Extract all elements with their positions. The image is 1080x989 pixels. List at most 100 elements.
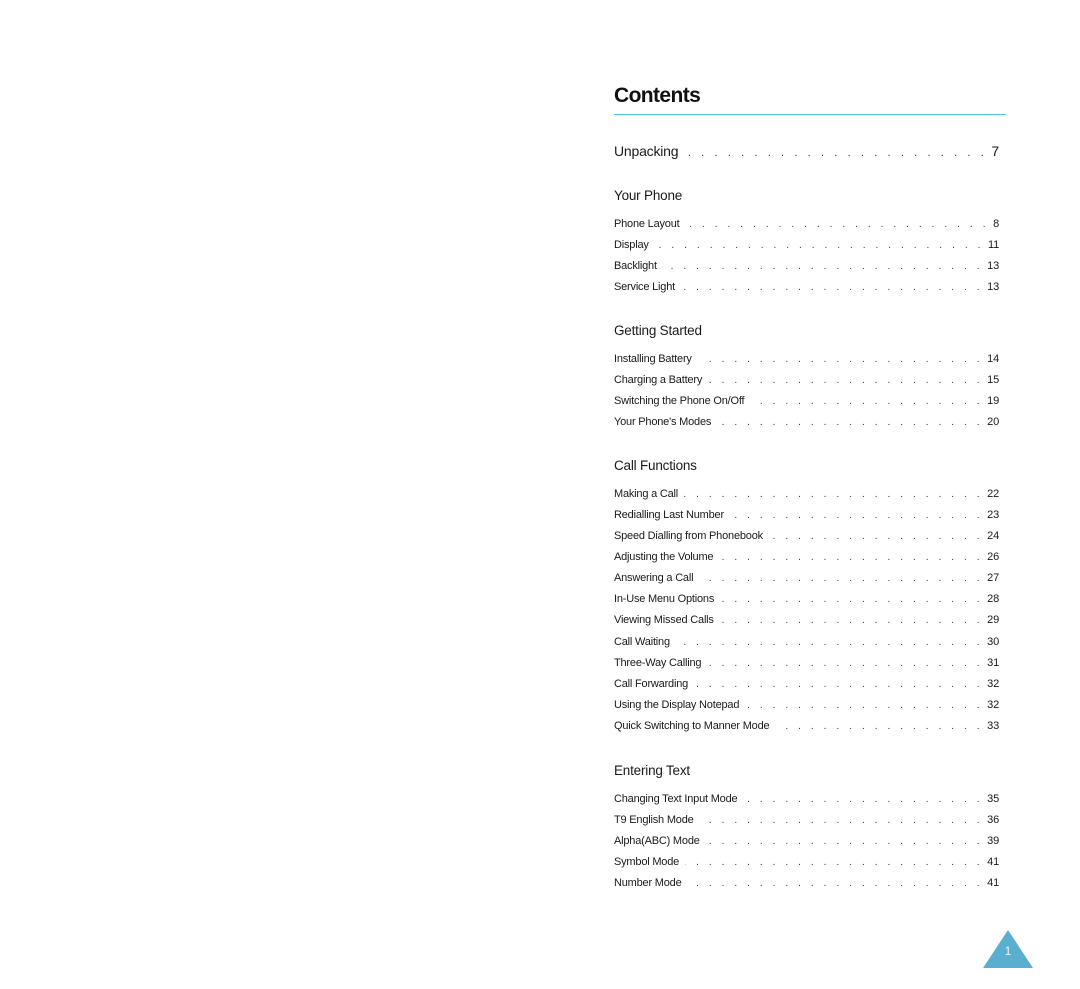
toc-entry[interactable]: Backlight . . . . . . . . . . . . . . . … <box>614 259 999 274</box>
toc-page-number: 7 <box>991 143 999 159</box>
toc-entry-label: Phone Layout <box>614 218 680 230</box>
dot-leader: . . . . . . . . . . . . . . . . . . . . … <box>684 489 984 500</box>
toc-entry-label: Number Mode <box>614 877 682 889</box>
dot-leader: . . . . . . . . . . . . . . . . . . . . … <box>769 531 984 542</box>
toc-entry-label: Backlight <box>614 260 657 272</box>
dot-leader: . . . . . . . . . . . . . . . . . . . . … <box>663 261 984 272</box>
toc-page-number: 29 <box>987 614 999 626</box>
dot-leader: . . . . . . . . . . . . . . . . . . . . … <box>745 700 984 711</box>
section-heading-your-phone[interactable]: Your Phone <box>614 187 682 205</box>
toc-page-number: 15 <box>987 374 999 386</box>
toc-entry[interactable]: Your Phone's Modes . . . . . . . . . . .… <box>614 415 999 430</box>
toc-entry[interactable]: Adjusting the Volume . . . . . . . . . .… <box>614 550 999 565</box>
toc-entry[interactable]: Changing Text Input Mode . . . . . . . .… <box>614 792 999 807</box>
toc-page-number: 23 <box>987 509 999 521</box>
toc-page-number: 31 <box>987 657 999 669</box>
toc-entry[interactable]: Display . . . . . . . . . . . . . . . . … <box>614 238 999 253</box>
toc-entry[interactable]: Phone Layout . . . . . . . . . . . . . .… <box>614 217 999 232</box>
toc-entry[interactable]: Redialling Last Number . . . . . . . . .… <box>614 508 999 523</box>
toc-entry-label: Call Waiting <box>614 636 670 648</box>
toc-entry[interactable]: Making a Call . . . . . . . . . . . . . … <box>614 487 999 502</box>
toc-entry[interactable]: Alpha(ABC) Mode . . . . . . . . . . . . … <box>614 834 999 849</box>
toc-page-number: 22 <box>987 488 999 500</box>
toc-entry-label: Service Light <box>614 281 675 293</box>
toc-page-number: 28 <box>987 593 999 605</box>
toc-entry[interactable]: Charging a Battery . . . . . . . . . . .… <box>614 373 999 388</box>
toc-entry[interactable]: T9 English Mode . . . . . . . . . . . . … <box>614 813 999 828</box>
toc-entry[interactable]: Switching the Phone On/Off . . . . . . .… <box>614 394 999 409</box>
dot-leader: . . . . . . . . . . . . . . . . . . . . … <box>717 417 984 428</box>
dot-leader: . . . . . . . . . . . . . . . . . . . . … <box>694 679 984 690</box>
dot-leader: . . . . . . . . . . . . . . . . . . . . … <box>688 878 984 889</box>
dot-leader: . . . . . . . . . . . . . . . . . . . . … <box>743 794 984 805</box>
toc-entry-label: Switching the Phone On/Off <box>614 395 745 407</box>
toc-entry[interactable]: Speed Dialling from Phonebook . . . . . … <box>614 529 999 544</box>
dot-leader: . . . . . . . . . . . . . . . . . . . . … <box>707 658 984 669</box>
title-rule <box>614 114 1006 115</box>
toc-page-number: 33 <box>987 720 999 732</box>
section-heading-getting-started[interactable]: Getting Started <box>614 322 702 340</box>
dot-leader: . . . . . . . . . . . . . . . . . . . . … <box>775 721 984 732</box>
toc-entry[interactable]: Answering a Call . . . . . . . . . . . .… <box>614 571 999 586</box>
toc-entry-label: In-Use Menu Options <box>614 593 715 605</box>
toc-page-number: 13 <box>987 260 999 272</box>
toc-entry-label: Redialling Last Number <box>614 509 724 521</box>
toc-entry-label: Answering a Call <box>614 572 694 584</box>
dot-leader: . . . . . . . . . . . . . . . . . . . . … <box>720 615 984 626</box>
toc-entry[interactable]: Service Light . . . . . . . . . . . . . … <box>614 280 999 295</box>
toc-entry-label: Three-Way Calling <box>614 657 702 669</box>
toc-page-number: 35 <box>987 793 999 805</box>
section-heading-call-functions[interactable]: Call Functions <box>614 457 697 475</box>
toc-page-number: 20 <box>987 416 999 428</box>
toc-page-number: 27 <box>987 572 999 584</box>
dot-leader: . . . . . . . . . . . . . . . . . . . . … <box>730 510 984 521</box>
toc-entry-label: Changing Text Input Mode <box>614 793 738 805</box>
toc-entry-label: Viewing Missed Calls <box>614 614 714 626</box>
toc-entry-label: Using the Display Notepad <box>614 699 740 711</box>
toc-entry[interactable]: Call Forwarding . . . . . . . . . . . . … <box>614 677 999 692</box>
toc-entry-label: Call Forwarding <box>614 678 689 690</box>
toc-entry-label: Symbol Mode <box>614 856 680 868</box>
dot-leader: . . . . . . . . . . . . . . . . . . . . … <box>676 637 984 648</box>
toc-page-number: 19 <box>987 395 999 407</box>
toc-entry-label: T9 English Mode <box>614 814 694 826</box>
toc-page-number: 32 <box>987 699 999 711</box>
toc-entry[interactable]: Three-Way Calling . . . . . . . . . . . … <box>614 656 999 671</box>
toc-entry[interactable]: Using the Display Notepad . . . . . . . … <box>614 698 999 713</box>
toc-entry[interactable]: Call Waiting . . . . . . . . . . . . . .… <box>614 635 999 650</box>
toc-entry[interactable]: Quick Switching to Manner Mode . . . . .… <box>614 719 999 734</box>
toc-page-number: 11 <box>987 239 999 251</box>
toc-page-number: 13 <box>987 281 999 293</box>
page-number-badge: 1 <box>983 930 1033 968</box>
toc-entry-unpacking[interactable]: Unpacking . . . . . . . . . . . . . . . … <box>614 142 999 160</box>
dot-leader: . . . . . . . . . . . . . . . . . . . . … <box>686 219 990 230</box>
toc-page-number: 14 <box>987 353 999 365</box>
page-title: Contents <box>614 84 701 107</box>
section-heading-entering-text[interactable]: Entering Text <box>614 762 690 780</box>
toc-entry[interactable]: In-Use Menu Options . . . . . . . . . . … <box>614 592 999 607</box>
toc-page-number: 39 <box>987 835 999 847</box>
toc-entry-label: Adjusting the Volume <box>614 551 714 563</box>
toc-page-number: 26 <box>987 551 999 563</box>
toc-entry-label: Speed Dialling from Phonebook <box>614 530 763 542</box>
toc-page-number: 41 <box>987 856 999 868</box>
toc-entry-label: Your Phone's Modes <box>614 416 712 428</box>
page-number: 1 <box>1004 944 1012 958</box>
dot-leader: . . . . . . . . . . . . . . . . . . . . … <box>698 354 984 365</box>
dot-leader: . . . . . . . . . . . . . . . . . . . . … <box>750 396 984 407</box>
toc-page-number: 30 <box>987 636 999 648</box>
toc-entry-label: Making a Call <box>614 488 679 500</box>
toc-entry[interactable]: Number Mode . . . . . . . . . . . . . . … <box>614 876 999 891</box>
dot-leader: . . . . . . . . . . . . . . . . . . . . … <box>700 815 984 826</box>
toc-entry-label: Display <box>614 239 649 251</box>
toc-entry[interactable]: Installing Battery . . . . . . . . . . .… <box>614 352 999 367</box>
dot-leader: . . . . . . . . . . . . . . . . . . . . … <box>684 147 988 159</box>
dot-leader: . . . . . . . . . . . . . . . . . . . . … <box>655 240 984 251</box>
dot-leader: . . . . . . . . . . . . . . . . . . . . … <box>719 552 984 563</box>
toc-page-number: 41 <box>987 877 999 889</box>
dot-leader: . . . . . . . . . . . . . . . . . . . . … <box>699 573 984 584</box>
dot-leader: . . . . . . . . . . . . . . . . . . . . … <box>706 836 984 847</box>
toc-entry[interactable]: Symbol Mode . . . . . . . . . . . . . . … <box>614 855 999 870</box>
toc-entry[interactable]: Viewing Missed Calls . . . . . . . . . .… <box>614 613 999 628</box>
toc-entry-label: Quick Switching to Manner Mode <box>614 720 770 732</box>
